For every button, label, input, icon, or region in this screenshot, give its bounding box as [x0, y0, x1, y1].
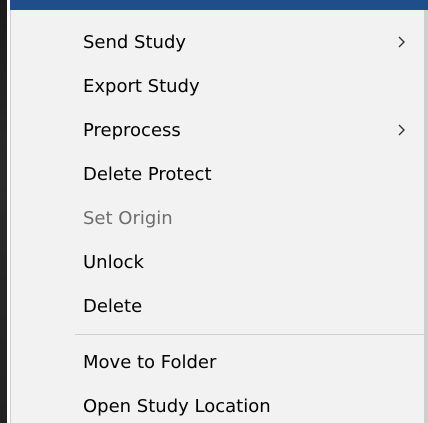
chevron-right-icon — [398, 124, 405, 136]
menu-item-unlock[interactable]: Unlock — [11, 240, 424, 284]
menu-item-open-study-location[interactable]: Open Study Location — [11, 384, 424, 423]
menu-item-label: Send Study — [83, 31, 187, 53]
menu-item-label: Open Study Location — [83, 395, 271, 417]
menu-item-label: Unlock — [83, 251, 144, 273]
chevron-right-icon — [398, 36, 405, 48]
menu-separator — [75, 334, 425, 335]
menu-item-label: Move to Folder — [83, 351, 217, 373]
menu-item-export-study[interactable]: Export Study — [11, 64, 424, 108]
menu-item-set-origin: Set Origin — [11, 196, 424, 240]
menu-item-label: Delete — [83, 295, 143, 317]
background-app-edge — [0, 0, 7, 423]
menu-item-delete-protect[interactable]: Delete Protect — [11, 152, 424, 196]
background-app-scroll-edge — [424, 10, 428, 423]
screen: Send Study Export Study Preprocess Delet… — [0, 0, 428, 423]
menu-item-send-study[interactable]: Send Study — [11, 20, 424, 64]
context-menu: Send Study Export Study Preprocess Delet… — [10, 10, 425, 423]
menu-item-label: Preprocess — [83, 119, 181, 141]
menu-item-label: Set Origin — [83, 207, 173, 229]
menu-item-label: Export Study — [83, 75, 200, 97]
menu-item-label: Delete Protect — [83, 163, 212, 185]
background-app-header — [10, 0, 428, 10]
menu-item-delete[interactable]: Delete — [11, 284, 424, 328]
menu-item-preprocess[interactable]: Preprocess — [11, 108, 424, 152]
menu-item-move-to-folder[interactable]: Move to Folder — [11, 340, 424, 384]
